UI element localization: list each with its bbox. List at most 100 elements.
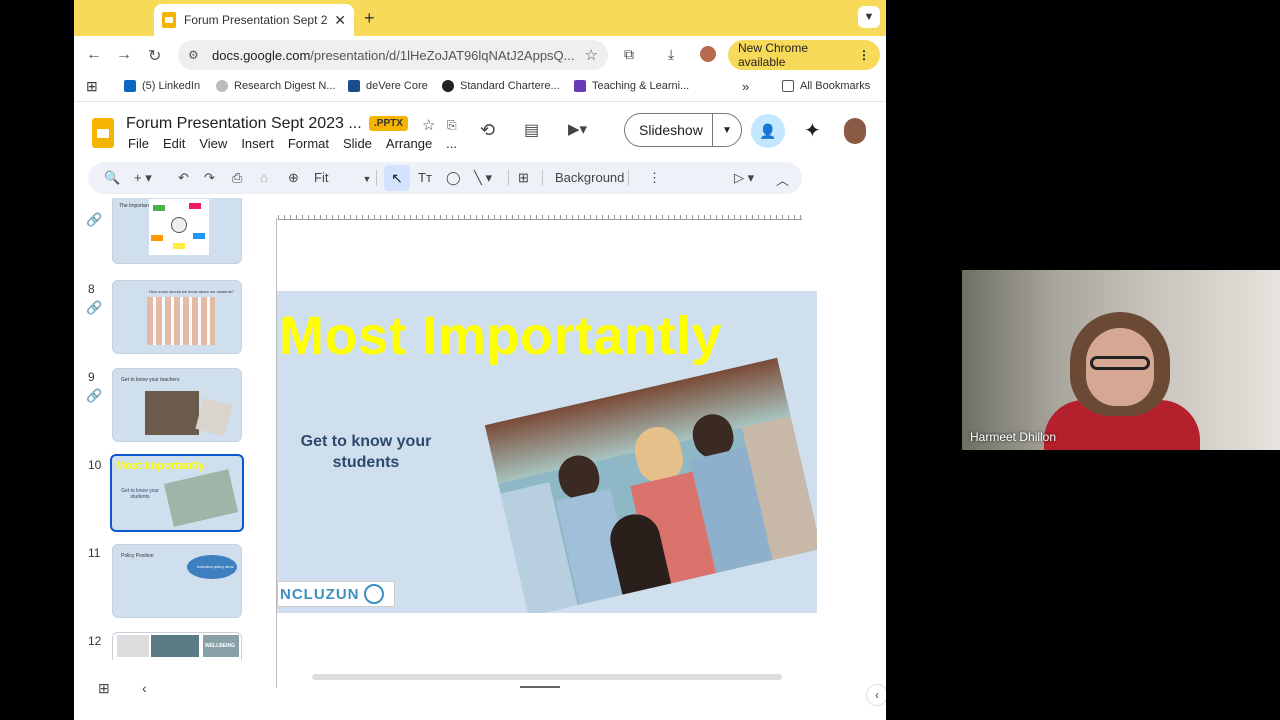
menu-bar: File Edit View Insert Format Slide Arran…	[128, 136, 457, 151]
site-info-icon[interactable]: ⚙	[188, 48, 202, 62]
mindmap-image	[149, 199, 209, 255]
collapse-toolbar-icon[interactable]: ︿	[776, 170, 789, 189]
slide-filmstrip: 🔗 The Importance 8 🔗 How much should we …	[74, 198, 250, 660]
back-icon[interactable]: ←	[86, 46, 102, 64]
reload-icon[interactable]: ↻	[148, 46, 161, 66]
slide-number: 8	[88, 282, 95, 296]
paint-format-icon[interactable]: ⌂	[260, 170, 268, 185]
menu-file[interactable]: File	[128, 136, 149, 151]
teacher-photo	[145, 391, 199, 435]
show-side-panel-icon[interactable]: ‹	[866, 684, 886, 706]
slide-number: 10	[88, 458, 102, 472]
linked-slide-icon: 🔗	[86, 300, 103, 315]
slideshow-button[interactable]: Slideshow ▼	[624, 113, 742, 147]
search-menus-icon[interactable]: 🔍	[104, 170, 120, 186]
collapse-filmstrip-icon[interactable]: ‹	[142, 680, 147, 696]
folder-icon	[782, 80, 794, 92]
glasses	[1090, 356, 1150, 370]
slide-thumbnail-7[interactable]: The Importance	[112, 198, 242, 264]
menu-slide[interactable]: Slide	[343, 136, 372, 151]
slide-thumbnail-12[interactable]: WELLBEING	[112, 632, 242, 660]
tab-search-icon[interactable]: ▼	[858, 6, 880, 28]
new-chrome-available-button[interactable]: New Chrome available ⋮	[728, 40, 880, 70]
slide-thumbnail-9[interactable]: Get to know your teachers	[112, 368, 242, 442]
devere-icon	[348, 80, 360, 92]
grid-view-icon[interactable]: ⊞	[98, 680, 110, 697]
students-photo[interactable]	[484, 357, 817, 613]
extensions-icon[interactable]: ⧉	[624, 46, 634, 63]
slide-canvas: Most Importantly Get to know your studen…	[250, 198, 886, 688]
undo-icon[interactable]: ↶	[178, 170, 189, 186]
print-icon[interactable]: ⎙	[232, 170, 242, 186]
slide-title[interactable]: Most Importantly	[279, 305, 722, 367]
history-icon[interactable]: ⟲	[480, 120, 495, 141]
share-icon[interactable]: 👤	[751, 114, 785, 148]
speaker-notes-handle[interactable]	[520, 686, 560, 688]
shape-icon[interactable]: ◯	[446, 170, 461, 186]
horizontal-scrollbar[interactable]	[312, 674, 782, 680]
address-bar[interactable]: ⚙ docs.google.com/presentation/d/1lHeZoJ…	[178, 40, 608, 70]
slide-subtitle[interactable]: Get to know your students	[285, 431, 447, 473]
speech-bubble: Inclusion policy aims	[187, 555, 237, 579]
slides-logo-icon[interactable]	[92, 118, 114, 148]
menu-arrange[interactable]: Arrange	[386, 136, 432, 151]
slideshow-dropdown-icon[interactable]: ▼	[713, 125, 741, 136]
background-button[interactable]: Background	[555, 170, 624, 185]
linked-slide-icon: 🔗	[86, 388, 103, 403]
bookmark-linkedin[interactable]: (5) LinkedIn	[124, 80, 200, 92]
menu-edit[interactable]: Edit	[163, 136, 185, 151]
current-slide[interactable]: Most Importantly Get to know your studen…	[277, 291, 817, 613]
slide-thumbnail-8[interactable]: How much should we know about our studen…	[112, 280, 242, 354]
slide-thumbnail-10-selected[interactable]: Most Importantly Get to know your studen…	[110, 454, 244, 532]
profile-avatar[interactable]	[700, 46, 716, 62]
bookmark-teaching-learning[interactable]: Teaching & Learni...	[574, 80, 689, 92]
slide-number: 9	[88, 370, 95, 384]
add-comment-icon[interactable]: ⊞	[518, 170, 529, 186]
incluzun-logo-icon	[363, 584, 384, 604]
slide-number: 11	[88, 546, 101, 560]
menu-more[interactable]: ...	[446, 136, 457, 151]
new-tab-icon[interactable]: +	[364, 8, 375, 29]
redo-icon[interactable]: ↷	[204, 170, 215, 186]
input-tools-icon[interactable]: ▷ ▾	[734, 170, 754, 186]
tab-title: Forum Presentation Sept 202	[184, 13, 329, 27]
browser-window: Forum Presentation Sept 202 ✕ + ▼ ← → ↻ …	[74, 0, 886, 720]
user-avatar[interactable]	[844, 118, 866, 144]
menu-format[interactable]: Format	[288, 136, 329, 151]
bookmark-devere-core[interactable]: deVere Core	[348, 80, 428, 92]
slide-thumbnail-11[interactable]: Policy Position Inclusion policy aims	[112, 544, 242, 618]
divider	[542, 170, 543, 186]
menu-view[interactable]: View	[199, 136, 227, 151]
students-photo	[195, 397, 233, 437]
video-tile: Harmeet Dhillon	[962, 270, 1280, 450]
download-icon[interactable]: ⤓	[668, 46, 674, 63]
zoom-select[interactable]: Fit ▼	[314, 170, 371, 185]
document-title[interactable]: Forum Presentation Sept 2023 ...	[126, 115, 362, 133]
bookmark-star-icon[interactable]: ☆	[585, 46, 598, 64]
close-tab-icon[interactable]: ✕	[334, 12, 346, 29]
move-icon[interactable]: ⎘	[447, 118, 457, 133]
more-toolbar-icon[interactable]: ⋮	[648, 170, 661, 186]
new-slide-icon[interactable]: + ▾	[134, 170, 152, 186]
line-icon[interactable]: ╲ ▾	[474, 170, 492, 186]
forward-icon[interactable]: →	[116, 46, 132, 64]
participant-name: Harmeet Dhillon	[970, 430, 1057, 444]
comments-icon[interactable]: ▤	[524, 120, 539, 140]
bookmark-standard-chartered[interactable]: Standard Chartere...	[442, 80, 560, 92]
more-bookmarks-icon[interactable]: »	[742, 79, 749, 94]
select-tool-icon[interactable]: ↖	[384, 165, 410, 191]
text-box-icon[interactable]: Tт	[418, 170, 432, 185]
standard-chartered-icon	[442, 80, 454, 92]
all-bookmarks[interactable]: All Bookmarks	[782, 80, 870, 92]
browser-tab[interactable]: Forum Presentation Sept 202 ✕	[154, 4, 354, 36]
apps-icon[interactable]: ⊞	[86, 78, 98, 95]
gemini-icon[interactable]: ✦	[804, 118, 821, 143]
zoom-icon[interactable]: ⊕	[288, 170, 299, 186]
tab-strip: Forum Presentation Sept 202 ✕ + ▼	[74, 0, 886, 36]
meet-icon[interactable]: ▶▾	[568, 120, 587, 138]
divider	[376, 170, 377, 186]
star-icon[interactable]: ☆	[422, 116, 435, 134]
bookmark-research-digest[interactable]: Research Digest N...	[216, 80, 335, 92]
menu-insert[interactable]: Insert	[241, 136, 274, 151]
horizontal-ruler	[278, 210, 802, 220]
